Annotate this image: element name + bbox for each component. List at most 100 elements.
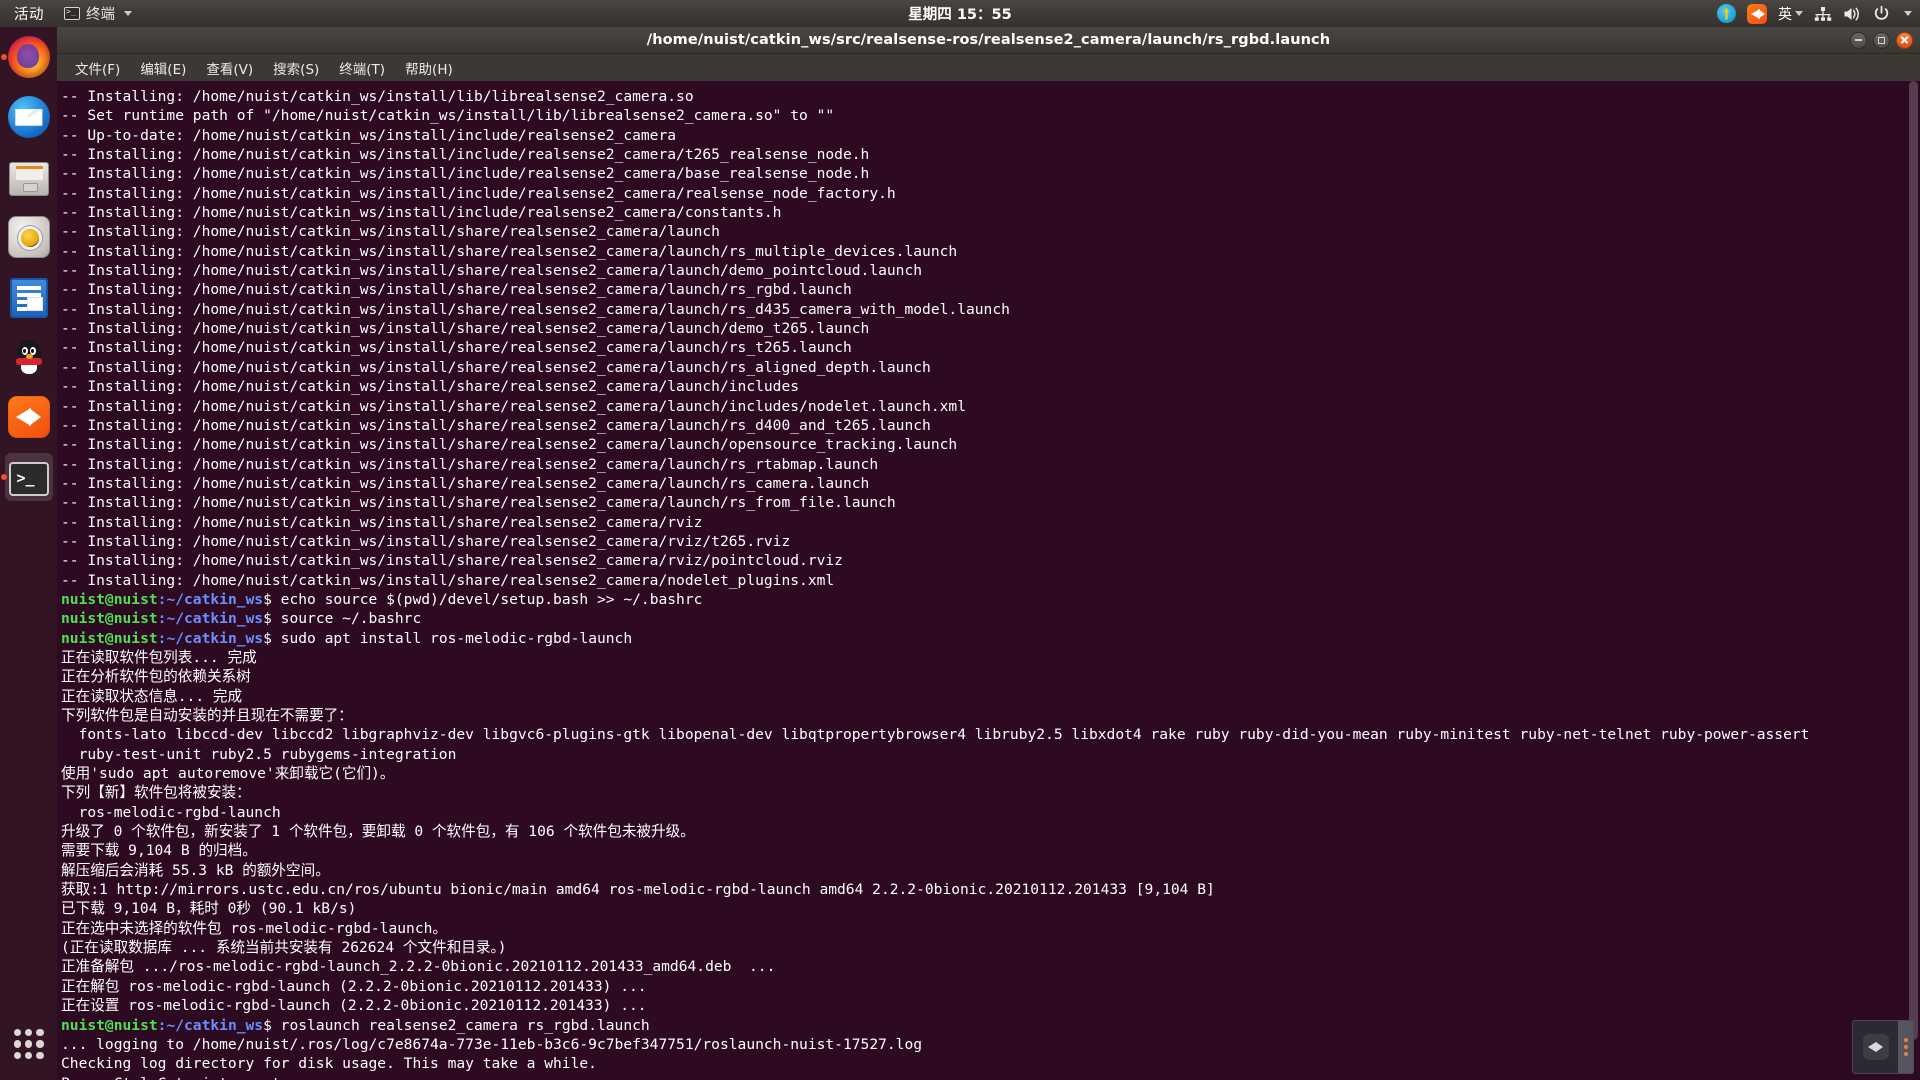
terminal-output-line: -- Installing: /home/nuist/catkin_ws/ins… xyxy=(61,184,896,202)
terminal-output-line: 需要下载 9,104 B 的归档。 xyxy=(61,842,257,860)
terminal-command-line: nuist@nuist:~/catkin_ws$ roslaunch reals… xyxy=(61,1016,1920,1035)
prompt-path: :~/catkin_ws xyxy=(157,590,264,608)
prompt-user: nuist@nuist xyxy=(61,590,158,608)
system-tray: 英 xyxy=(1717,3,1912,24)
terminal-output-line: -- Installing: /home/nuist/catkin_ws/ins… xyxy=(61,455,879,473)
terminal-output-line: 下列软件包是自动安装的并且现在不需要了： xyxy=(61,707,353,724)
terminal-output-line: -- Installing: /home/nuist/catkin_ws/ins… xyxy=(61,242,958,260)
menu-view[interactable]: 查看(V) xyxy=(198,55,261,81)
media-player-tray-icon[interactable] xyxy=(1747,3,1767,24)
terminal-output-line: 正在选中未选择的软件包 ros-melodic-rgbd-launch。 xyxy=(61,919,447,937)
minimize-button[interactable] xyxy=(1850,31,1867,49)
terminal-output-line: -- Installing: /home/nuist/catkin_ws/ins… xyxy=(61,300,1010,318)
terminal-output-line: -- Installing: /home/nuist/catkin_ws/ins… xyxy=(61,358,931,376)
command-text: echo source $(pwd)/devel/setup.bash >> ~… xyxy=(280,590,703,608)
dock-item-files[interactable] xyxy=(5,153,53,201)
command-text: sudo apt install ros-melodic-rgbd-launch xyxy=(280,629,633,647)
terminal-output-line: -- Installing: /home/nuist/catkin_ws/ins… xyxy=(61,204,782,222)
terminal-output-line: 使用'sudo apt autoremove'来卸载它(它们)。 xyxy=(61,765,395,783)
volume-icon[interactable] xyxy=(1843,6,1862,22)
software-update-icon[interactable] xyxy=(1717,4,1736,23)
menu-edit[interactable]: 编辑(E) xyxy=(132,55,194,81)
prompt-sign: $ xyxy=(263,590,281,608)
terminal-output-line: fonts-lato libccd-dev libccd2 libgraphvi… xyxy=(61,726,1810,744)
rhythmbox-icon xyxy=(7,216,50,258)
recorder-app-icon[interactable] xyxy=(1853,1021,1898,1073)
command-text: roslaunch realsense2_camera rs_rgbd.laun… xyxy=(280,1016,650,1034)
terminal-output-line: -- Installing: /home/nuist/catkin_ws/ins… xyxy=(61,223,720,241)
terminal-output-line: ... logging to /home/nuist/.ros/log/c7e8… xyxy=(61,1035,923,1053)
menu-search[interactable]: 搜索(S) xyxy=(265,55,327,81)
window-title: /home/nuist/catkin_ws/src/realsense-ros/… xyxy=(646,32,1331,48)
media-player-icon xyxy=(7,396,50,438)
terminal-output-line: 正在解包 ros-melodic-rgbd-launch (2.2.2-0bio… xyxy=(61,977,647,995)
terminal-command-line: nuist@nuist:~/catkin_ws$ echo source $(p… xyxy=(61,590,1920,609)
terminal-icon xyxy=(64,5,80,20)
app-menu-label: 终端 xyxy=(86,7,115,23)
terminal-output-line: (正在读取数据库 ... 系统当前共安装有 262624 个文件和目录。) xyxy=(61,939,507,957)
prompt-user: nuist@nuist xyxy=(61,629,158,647)
terminal-output-line: -- Installing: /home/nuist/catkin_ws/ins… xyxy=(61,436,958,454)
terminal-output-line: 下列【新】软件包将被安装： xyxy=(61,784,251,802)
terminal-output-line: -- Up-to-date: /home/nuist/catkin_ws/ins… xyxy=(61,126,677,144)
files-icon xyxy=(8,162,49,196)
dock-item-terminal[interactable] xyxy=(0,453,53,501)
running-indicator xyxy=(0,474,7,480)
terminal-output-line: -- Installing: /home/nuist/catkin_ws/ins… xyxy=(61,416,931,434)
clock[interactable]: 星期四 15：55 xyxy=(0,3,1920,24)
window-titlebar[interactable]: /home/nuist/catkin_ws/src/realsense-ros/… xyxy=(57,27,1920,54)
terminal-output-line: -- Installing: /home/nuist/catkin_ws/ins… xyxy=(61,320,870,338)
terminal-output-line: -- Installing: /home/nuist/catkin_ws/ins… xyxy=(61,571,835,589)
gnome-top-bar: 活动 终端 星期四 15：55 英 xyxy=(0,0,1920,27)
menu-terminal[interactable]: 终端(T) xyxy=(331,55,393,81)
chevron-down-icon[interactable] xyxy=(1904,11,1912,16)
input-method-indicator[interactable]: 英 xyxy=(1778,4,1803,24)
terminal-output-line: -- Installing: /home/nuist/catkin_ws/ins… xyxy=(61,532,791,550)
terminal-output-line: -- Installing: /home/nuist/catkin_ws/ins… xyxy=(61,262,923,280)
close-button[interactable] xyxy=(1896,31,1913,49)
dock-item-thunderbird[interactable] xyxy=(5,93,53,141)
libreoffice-writer-icon xyxy=(9,277,48,318)
terminal-output-line: 正在分析软件包的依赖关系树 xyxy=(61,668,251,686)
prompt-path: :~/catkin_ws xyxy=(157,629,264,647)
qq-penguin-icon xyxy=(8,336,50,378)
prompt-sign: $ xyxy=(263,1016,281,1034)
terminal-icon xyxy=(8,462,49,496)
recorder-menu-handle[interactable] xyxy=(1898,1021,1913,1073)
show-applications-button[interactable] xyxy=(7,1022,51,1066)
terminal-output-line: -- Installing: /home/nuist/catkin_ws/ins… xyxy=(61,397,966,415)
app-menu-terminal[interactable]: 终端 xyxy=(56,3,140,24)
menu-help[interactable]: 帮助(H) xyxy=(397,55,461,81)
ubuntu-dock xyxy=(0,27,57,1080)
terminal-output-line: 正在读取状态信息... 完成 xyxy=(61,687,243,705)
activities-button[interactable]: 活动 xyxy=(0,3,56,24)
dock-item-qq[interactable] xyxy=(5,333,53,381)
thunderbird-icon xyxy=(7,96,50,138)
terminal-command-line: nuist@nuist:~/catkin_ws$ source ~/.bashr… xyxy=(61,609,1920,628)
terminal-output-line: -- Installing: /home/nuist/catkin_ws/ins… xyxy=(61,552,843,570)
running-indicator xyxy=(0,54,7,60)
terminal-output-area[interactable]: -- Installing: /home/nuist/catkin_ws/ins… xyxy=(57,81,1920,1080)
terminal-output-line: ruby-test-unit ruby2.5 rubygems-integrat… xyxy=(61,745,457,763)
scrollbar-thumb[interactable] xyxy=(1909,81,1918,1041)
terminal-output-line: 正在设置 ros-melodic-rgbd-launch (2.2.2-0bio… xyxy=(61,997,647,1015)
dock-item-rhythmbox[interactable] xyxy=(5,213,53,261)
terminal-output-line: -- Installing: /home/nuist/catkin_ws/ins… xyxy=(61,513,703,531)
terminal-scrollbar[interactable] xyxy=(1907,81,1920,1080)
prompt-sign: $ xyxy=(263,610,281,628)
dock-item-firefox[interactable] xyxy=(0,33,53,81)
terminal-output-line: -- Installing: /home/nuist/catkin_ws/ins… xyxy=(61,281,852,299)
dock-item-media-player[interactable] xyxy=(5,393,53,441)
power-icon[interactable] xyxy=(1873,5,1890,22)
terminal-output-line: 正准备解包 .../ros-melodic-rgbd-launch_2.2.2-… xyxy=(61,958,776,976)
firefox-icon xyxy=(7,36,50,78)
prompt-path: :~/catkin_ws xyxy=(157,1016,264,1034)
network-icon[interactable] xyxy=(1814,6,1832,22)
terminal-command-line: nuist@nuist:~/catkin_ws$ sudo apt instal… xyxy=(61,629,1920,648)
menu-file[interactable]: 文件(F) xyxy=(67,55,128,81)
floating-recorder-widget[interactable] xyxy=(1852,1020,1914,1074)
prompt-sign: $ xyxy=(263,629,281,647)
maximize-button[interactable] xyxy=(1873,31,1890,49)
dock-item-libreoffice-writer[interactable] xyxy=(5,273,53,321)
window-controls xyxy=(1850,31,1913,49)
